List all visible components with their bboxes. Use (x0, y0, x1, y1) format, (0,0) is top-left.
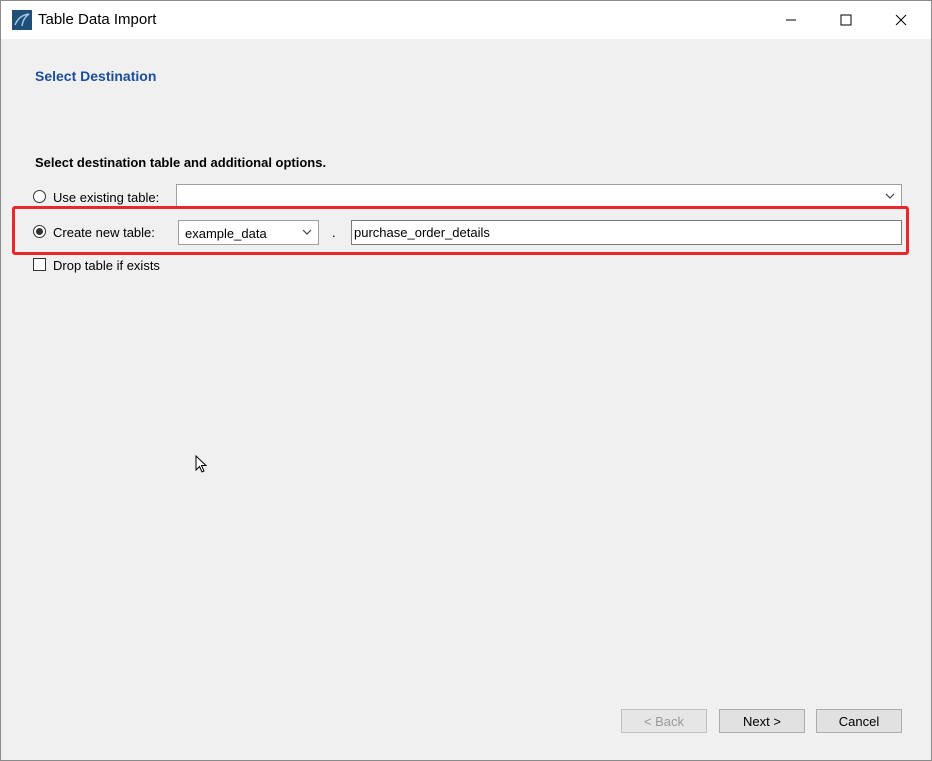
chevron-down-icon (302, 229, 312, 235)
drop-table-label: Drop table if exists (53, 258, 160, 273)
drop-table-checkbox[interactable] (33, 258, 46, 271)
close-button[interactable] (878, 1, 924, 39)
chevron-down-icon (885, 193, 895, 199)
window-title: Table Data Import (38, 11, 157, 28)
minimize-button[interactable] (768, 1, 814, 39)
maximize-icon (840, 14, 852, 26)
create-new-table-radio[interactable] (33, 225, 46, 238)
mysql-workbench-icon (12, 10, 32, 30)
create-new-table-label: Create new table: (53, 225, 155, 240)
schema-combo[interactable]: example_data (178, 220, 319, 245)
schema-value: example_data (185, 226, 267, 241)
title-bar: Table Data Import (1, 1, 931, 39)
maximize-button[interactable] (823, 1, 869, 39)
back-button[interactable]: < Back (621, 709, 707, 733)
use-existing-table-label: Use existing table: (53, 190, 160, 205)
schema-table-separator: . (332, 225, 336, 240)
existing-table-combo[interactable] (176, 184, 902, 209)
minimize-icon (786, 19, 796, 21)
next-button[interactable]: Next > (719, 709, 805, 733)
new-table-name-input[interactable] (351, 220, 902, 245)
close-icon (895, 14, 907, 26)
cancel-button[interactable]: Cancel (816, 709, 902, 733)
page-heading: Select Destination (35, 68, 157, 84)
section-label: Select destination table and additional … (35, 155, 327, 170)
mouse-cursor-icon (195, 455, 208, 473)
use-existing-table-radio[interactable] (33, 190, 46, 203)
table-data-import-window: Table Data Import Select Destination Sel… (0, 0, 932, 761)
